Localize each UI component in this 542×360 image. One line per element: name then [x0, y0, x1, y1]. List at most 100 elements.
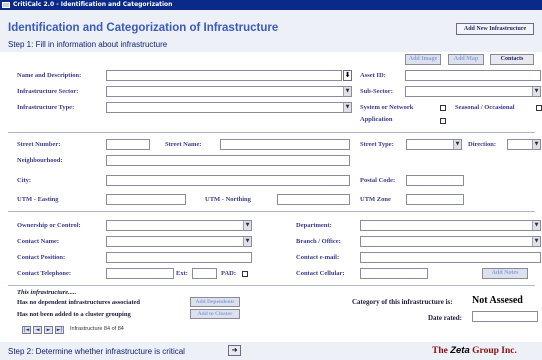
contact-name-label: Contact Name:: [17, 238, 60, 245]
cluster-status: Has not been added to a cluster grouping: [17, 311, 131, 318]
brand-prefix: The: [432, 346, 451, 356]
category-label: Category of this infrastructure is:: [352, 298, 453, 306]
chevron-down-icon: ▼: [453, 140, 461, 149]
seasonal-checkbox[interactable]: [536, 105, 542, 111]
company-logo: The Zeta Group Inc.: [432, 345, 517, 356]
step2-label: Step 2: Determine whether infrastructure…: [8, 347, 185, 356]
infrastructure-type-dropdown[interactable]: ▼: [106, 102, 352, 113]
pad-checkbox[interactable]: [242, 271, 248, 277]
city-label: City:: [17, 177, 32, 184]
city-input[interactable]: [106, 175, 350, 186]
add-map-button[interactable]: Add Map: [448, 54, 484, 65]
chevron-down-icon: ▼: [532, 140, 540, 149]
utm-zone-input[interactable]: [406, 194, 464, 205]
last-record-icon[interactable]: ►|: [55, 326, 64, 334]
street-number-label: Street Number:: [17, 141, 61, 148]
next-record-icon[interactable]: ►: [44, 326, 53, 334]
pad-label: PAD:: [221, 270, 237, 277]
contact-cellular-label: Contact Cellular:: [296, 270, 345, 277]
infrastructure-sector-dropdown[interactable]: ▼: [106, 86, 352, 97]
utm-zone-label: UTM Zone: [360, 196, 391, 203]
system-network-label: System or Network: [360, 104, 414, 111]
system-network-checkbox[interactable]: [440, 105, 446, 111]
contact-telephone-label: Contact Telephone:: [17, 270, 71, 277]
contact-position-input[interactable]: [106, 252, 252, 263]
date-rated-label: Date rated:: [428, 314, 463, 322]
add-image-button[interactable]: Add Image: [405, 54, 441, 65]
application-label: Application: [360, 116, 393, 123]
branch-office-label: Branch / Office:: [296, 238, 341, 245]
utm-easting-label: UTM - Easting: [17, 196, 59, 203]
contact-cellular-input[interactable]: [360, 268, 428, 279]
add-new-infrastructure-button[interactable]: Add New Infrastructure: [456, 23, 534, 35]
record-counter: Infrastructure 84 of 84: [70, 326, 124, 332]
chevron-down-icon: ▼: [243, 237, 251, 246]
infrastructure-sector-label: Infrastructure Sector:: [17, 88, 79, 95]
direction-label: Direction:: [468, 141, 497, 148]
chevron-down-icon: ▼: [532, 87, 540, 96]
utm-easting-input[interactable]: [106, 194, 186, 205]
dependents-status: Has no dependent infrastructures associa…: [17, 299, 141, 306]
branch-office-dropdown[interactable]: ▼: [360, 236, 541, 247]
brand-suffix: Group Inc.: [469, 346, 517, 356]
page-title: Identification and Categorization of Inf…: [8, 22, 279, 34]
chevron-down-icon: ▼: [532, 221, 540, 230]
prev-record-icon[interactable]: ◄: [33, 326, 42, 334]
chevron-down-icon: ▼: [243, 221, 251, 230]
street-type-label: Street Type:: [360, 141, 394, 148]
ext-label: Ext:: [176, 270, 188, 277]
seasonal-label: Seasonal / Occasional: [455, 104, 515, 111]
utm-northing-label: UTM - Northing: [205, 196, 251, 203]
infrastructure-type-label: Infrastructure Type:: [17, 104, 75, 111]
expand-down-icon[interactable]: ⬇: [343, 70, 352, 81]
window-title: CritiCalc 2.0 - Identification and Categ…: [13, 1, 173, 8]
direction-dropdown[interactable]: ▼: [507, 139, 541, 150]
street-name-input[interactable]: [220, 139, 350, 150]
add-dependents-button[interactable]: Add Dependents: [190, 297, 240, 307]
ext-input[interactable]: [192, 268, 217, 279]
sub-sector-dropdown[interactable]: ▼: [405, 86, 541, 97]
step1-label: Step 1: Fill in information about infras…: [8, 40, 168, 49]
first-record-icon[interactable]: |◄: [22, 326, 31, 334]
street-type-dropdown[interactable]: ▼: [406, 139, 462, 150]
chevron-down-icon: ▼: [532, 237, 540, 246]
utm-northing-input[interactable]: [277, 194, 350, 205]
add-notes-button[interactable]: Add Notes: [482, 268, 528, 279]
department-label: Department:: [296, 222, 332, 229]
contact-telephone-input[interactable]: [106, 268, 174, 279]
add-to-cluster-button[interactable]: Add to Cluster: [190, 309, 240, 319]
date-rated-input[interactable]: [472, 311, 538, 322]
street-name-label: Street Name:: [165, 141, 202, 148]
name-description-input[interactable]: [106, 70, 342, 81]
postal-code-label: Postal Code:: [360, 177, 396, 184]
application-checkbox[interactable]: [440, 118, 446, 124]
asset-id-label: Asset ID:: [360, 72, 386, 79]
asset-id-input[interactable]: [405, 70, 541, 81]
window-title-bar: CritiCalc 2.0 - Identification and Categ…: [0, 0, 542, 10]
contacts-button[interactable]: Contacts: [490, 54, 534, 65]
chevron-down-icon: ▼: [343, 103, 351, 112]
contact-email-label: Contact e-mail:: [296, 254, 340, 261]
app-icon: [2, 2, 10, 8]
section-divider: [8, 211, 535, 212]
section-divider: [8, 132, 535, 133]
ownership-label: Ownership or Control:: [17, 222, 81, 229]
brand-name: Zeta: [450, 345, 470, 356]
section-divider: [8, 285, 535, 286]
contact-name-dropdown[interactable]: ▼: [106, 236, 252, 247]
contact-email-input[interactable]: [360, 252, 541, 263]
street-number-input[interactable]: [106, 139, 150, 150]
this-infrastructure-label: This infrastructure.....: [17, 289, 77, 296]
chevron-down-icon: ▼: [343, 87, 351, 96]
neighbourhood-label: Neighbourhood:: [17, 157, 63, 164]
postal-code-input[interactable]: [406, 175, 464, 186]
contact-position-label: Contact Position:: [17, 254, 66, 261]
sub-sector-label: Sub-Sector:: [360, 88, 393, 95]
neighbourhood-input[interactable]: [106, 155, 350, 166]
arrow-right-icon: ➜: [231, 346, 238, 354]
step2-next-button[interactable]: ➜: [228, 345, 241, 356]
name-description-label: Name and Description:: [17, 72, 82, 79]
ownership-dropdown[interactable]: ▼: [106, 220, 252, 231]
category-value: Not Assesed: [472, 295, 523, 306]
department-dropdown[interactable]: ▼: [360, 220, 541, 231]
